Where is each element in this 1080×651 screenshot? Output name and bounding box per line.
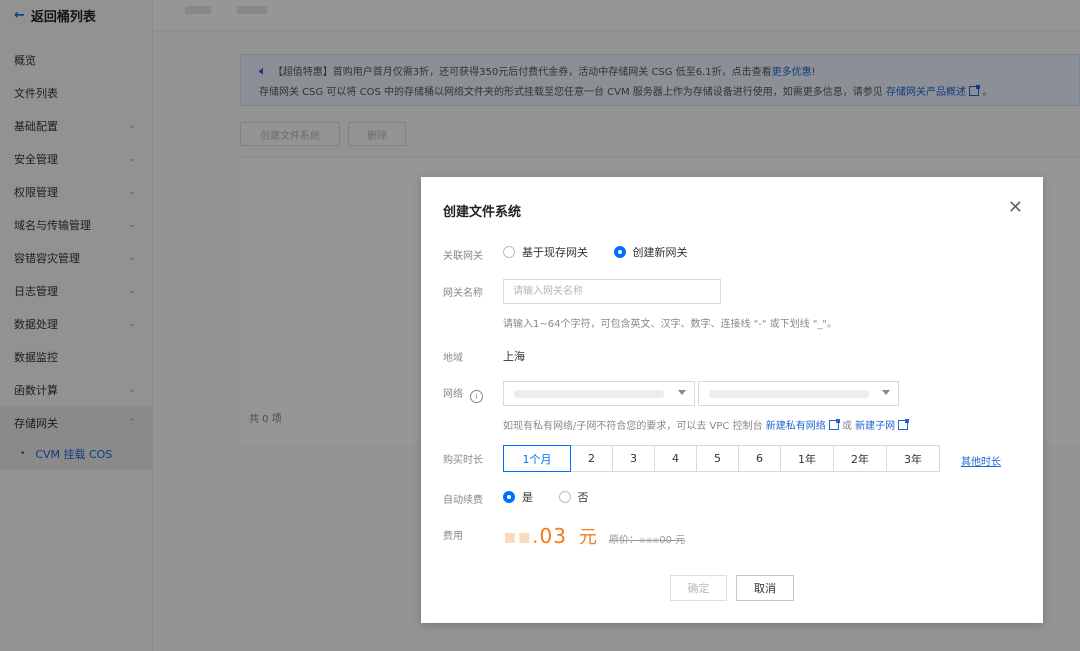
network-label-row: 网络 i bbox=[443, 385, 483, 403]
info-icon[interactable]: i bbox=[470, 390, 483, 403]
blurred-vpc-value bbox=[514, 390, 664, 398]
radio-autorenew-yes[interactable]: 是 bbox=[503, 489, 533, 505]
duration-label: 购买时长 bbox=[443, 455, 483, 466]
network-hint: 如现有私有网络/子网不符合您的要求，可以去 VPC 控制台 新建私有网络 或 新… bbox=[503, 417, 910, 432]
cancel-button[interactable]: 取消 bbox=[736, 575, 794, 601]
vpc-select[interactable] bbox=[503, 381, 695, 406]
duration-option-1m[interactable]: 1个月 bbox=[503, 445, 571, 472]
fee-amount: ▪▪.03 bbox=[503, 524, 567, 548]
gateway-name-input[interactable] bbox=[503, 279, 721, 304]
dialog-title: 创建文件系统 bbox=[443, 205, 522, 220]
external-link-icon bbox=[828, 419, 840, 430]
region-value: 上海 bbox=[503, 350, 525, 363]
obscured-digits: ▪▪ bbox=[503, 524, 533, 548]
gateway-label: 关联网关 bbox=[443, 251, 483, 262]
caret-down-icon bbox=[678, 390, 686, 395]
fee-label: 费用 bbox=[443, 531, 463, 542]
subnet-select[interactable] bbox=[698, 381, 899, 406]
new-vpc-link[interactable]: 新建私有网络 bbox=[766, 419, 840, 432]
obscured-digits: ▪▪▪ bbox=[638, 535, 660, 546]
duration-option-2y[interactable]: 2年 bbox=[833, 445, 887, 472]
radio-unchecked-icon bbox=[558, 491, 571, 503]
duration-option-1y[interactable]: 1年 bbox=[780, 445, 834, 472]
gateway-name-label: 网关名称 bbox=[443, 288, 483, 299]
external-link-icon bbox=[898, 419, 910, 430]
autorenew-radio-group: 是 否 bbox=[503, 489, 611, 506]
radio-autorenew-no[interactable]: 否 bbox=[558, 489, 589, 505]
fee-unit: 元 bbox=[578, 527, 597, 548]
new-subnet-link[interactable]: 新建子网 bbox=[855, 419, 910, 432]
duration-option-3y[interactable]: 3年 bbox=[886, 445, 940, 472]
radio-existing-gateway[interactable]: 基于现存网关 bbox=[503, 244, 588, 260]
create-filesystem-dialog: 创建文件系统 ✕ 关联网关 基于现存网关 创建新网关 网关名称 请输入1~64个… bbox=[421, 177, 1043, 623]
gateway-radio-group: 基于现存网关 创建新网关 bbox=[503, 244, 710, 261]
radio-checked-icon bbox=[503, 491, 515, 503]
autorenew-label: 自动续费 bbox=[443, 495, 483, 506]
fee-original-price: 原价：▪▪▪00 元 bbox=[608, 535, 686, 546]
radio-new-gateway[interactable]: 创建新网关 bbox=[613, 244, 688, 260]
radio-checked-icon bbox=[613, 246, 626, 258]
duration-option-3[interactable]: 3 bbox=[612, 445, 655, 472]
duration-selector: 1个月 2 3 4 5 6 1年 2年 3年 bbox=[503, 445, 940, 472]
radio-unchecked-icon bbox=[503, 246, 515, 258]
duration-option-6[interactable]: 6 bbox=[738, 445, 781, 472]
region-label: 地域 bbox=[443, 353, 463, 364]
duration-option-5[interactable]: 5 bbox=[696, 445, 739, 472]
close-icon[interactable]: ✕ bbox=[1008, 199, 1023, 217]
caret-down-icon bbox=[882, 390, 890, 395]
confirm-button[interactable]: 确定 bbox=[670, 575, 727, 601]
fee-display: ▪▪.03 元 原价：▪▪▪00 元 bbox=[503, 523, 685, 549]
gateway-name-hint: 请输入1~64个字符，可包含英文、汉字、数字、连接线 "-" 或下划线 "_"。 bbox=[503, 319, 838, 330]
network-label: 网络 bbox=[443, 389, 463, 400]
duration-option-2[interactable]: 2 bbox=[570, 445, 613, 472]
blurred-subnet-value bbox=[709, 390, 869, 398]
other-duration-link[interactable]: 其他时长 bbox=[961, 453, 1001, 468]
duration-option-4[interactable]: 4 bbox=[654, 445, 697, 472]
